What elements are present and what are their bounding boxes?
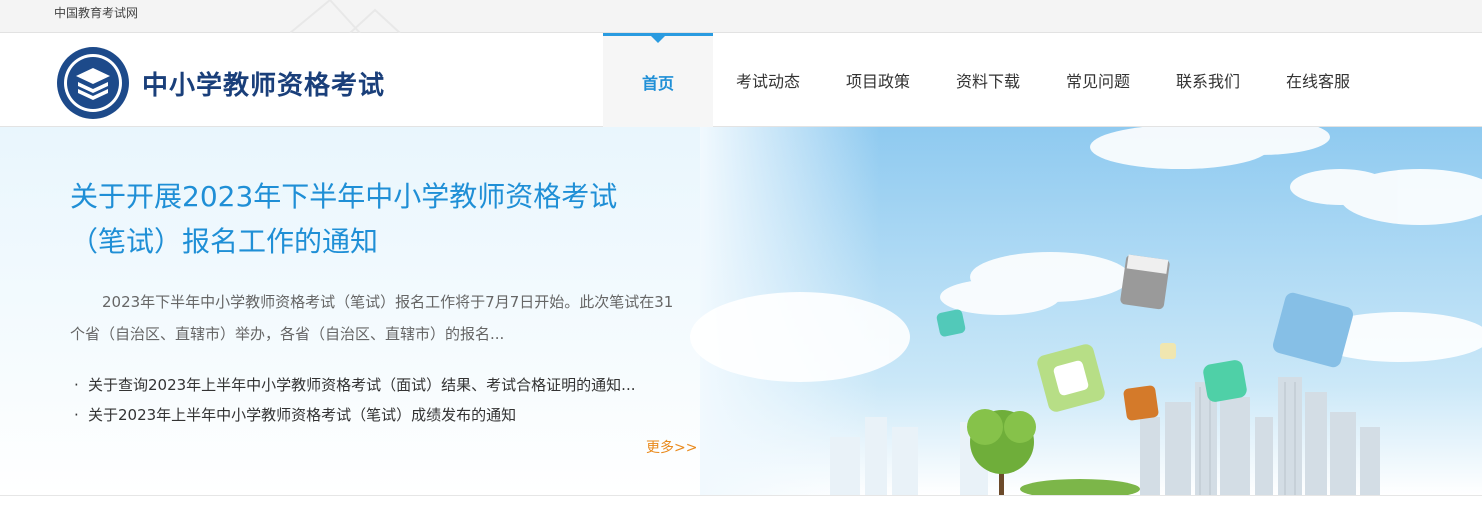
content-divider <box>0 495 1482 523</box>
nav-item-label: 项目政策 <box>845 72 910 91</box>
news-title: 关于查询2023年上半年中小学教师资格考试（面试）结果、考试合格证明的通知... <box>88 376 636 394</box>
nav-item-faq[interactable]: 常见问题 <box>1043 33 1153 127</box>
nav-item-downloads[interactable]: 资料下载 <box>933 33 1043 127</box>
bullet: · <box>74 376 79 394</box>
headline-link[interactable]: 关于开展2023年下半年中小学教师资格考试（笔试）报名工作的通知 <box>70 174 670 264</box>
nav-item-label: 资料下载 <box>955 72 1020 91</box>
nav-item-policy[interactable]: 项目政策 <box>823 33 933 127</box>
headline-summary: 2023年下半年中小学教师资格考试（笔试）报名工作将于7月7日开始。此次笔试在3… <box>70 293 674 343</box>
nav-item-label: 在线客服 <box>1285 72 1350 91</box>
list-item[interactable]: · 关于2023年上半年中小学教师资格考试（笔试）成绩发布的通知 <box>74 400 635 430</box>
site-header: 中小学教师资格考试 首页 考试动态 项目政策 资料下载 常见问题 联系我们 在线… <box>0 33 1482 127</box>
news-title: 关于2023年上半年中小学教师资格考试（笔试）成绩发布的通知 <box>88 406 517 424</box>
nav-item-label: 联系我们 <box>1175 72 1240 91</box>
nav-item-online-service[interactable]: 在线客服 <box>1263 33 1373 127</box>
nav-item-contact[interactable]: 联系我们 <box>1153 33 1263 127</box>
more-link[interactable]: 更多>> <box>646 437 697 457</box>
list-item[interactable]: · 关于查询2023年上半年中小学教师资格考试（面试）结果、考试合格证明的通知..… <box>74 370 635 400</box>
logo-emblem-icon <box>57 47 129 119</box>
hero-banner: 关于开展2023年下半年中小学教师资格考试（笔试）报名工作的通知 2023年下半… <box>0 127 1482 495</box>
nav-item-label: 考试动态 <box>735 72 800 91</box>
active-caret-icon <box>651 36 665 43</box>
news-list: · 关于查询2023年上半年中小学教师资格考试（面试）结果、考试合格证明的通知..… <box>74 370 635 430</box>
mountain-decoration <box>290 0 401 33</box>
top-bar: 中国教育考试网 <box>0 0 1482 33</box>
nav-item-label: 首页 <box>641 73 674 93</box>
bullet: · <box>74 406 79 424</box>
site-home-link[interactable]: 中国教育考试网 <box>54 4 138 21</box>
main-nav: 首页 考试动态 项目政策 资料下载 常见问题 联系我们 在线客服 <box>603 33 1373 127</box>
nav-item-exam-news[interactable]: 考试动态 <box>713 33 823 127</box>
logo-title: 中小学教师资格考试 <box>142 70 386 101</box>
nav-item-home[interactable]: 首页 <box>603 33 713 127</box>
nav-item-label: 常见问题 <box>1065 72 1130 91</box>
site-logo[interactable]: 中小学教师资格考试 <box>56 46 385 120</box>
